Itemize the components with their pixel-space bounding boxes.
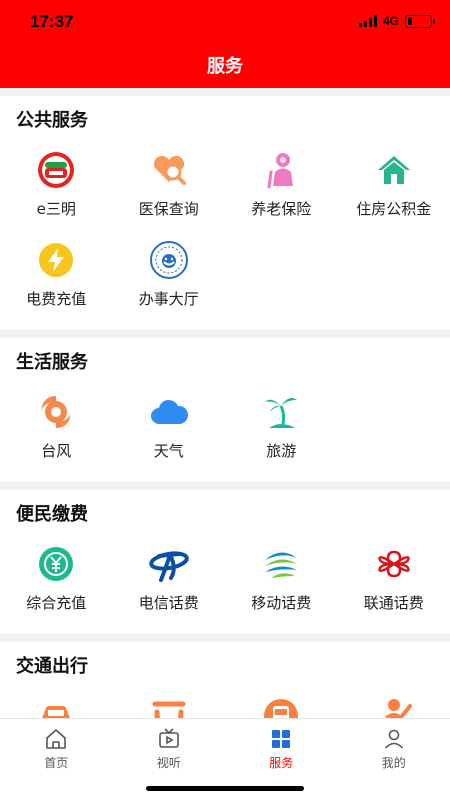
service-service-hall[interactable]: 办事大厅: [113, 234, 226, 324]
service-electricity-recharge[interactable]: 电费充值: [0, 234, 113, 324]
lightning-icon: [36, 240, 76, 280]
china-unicom-icon: [374, 544, 414, 584]
service-general-recharge[interactable]: 综合充值: [0, 538, 113, 628]
service-car[interactable]: [0, 690, 113, 718]
grid-icon: [272, 730, 291, 748]
service-label: 办事大厅: [138, 290, 199, 308]
tab-media[interactable]: 视听: [113, 727, 226, 771]
section-title: 生活服务: [16, 352, 88, 373]
house-icon: [374, 150, 414, 190]
service-hall-seal-icon: [149, 240, 189, 280]
section-payment-services: 便民缴费 综合充值 电信话费 移动话费 联通话费: [0, 490, 450, 634]
service-label: 台风: [41, 442, 72, 460]
service-housing-fund[interactable]: 住房公积金: [338, 144, 450, 234]
battery-icon: [405, 14, 435, 28]
service-typhoon[interactable]: 台风: [0, 386, 113, 476]
status-time: 17:37: [30, 12, 74, 31]
network-type: 4G: [382, 14, 399, 28]
heart-search-icon: [149, 150, 189, 190]
section-title: 公共服务: [16, 110, 88, 131]
car-icon: [36, 696, 76, 718]
service-travel[interactable]: 旅游: [225, 386, 338, 476]
service-didi[interactable]: [113, 690, 226, 718]
section-title: 交通出行: [16, 656, 88, 677]
typhoon-icon: [36, 392, 76, 432]
section-public-services: 公共服务 e三明 医保查询 养老保险 住房公积金 电费充值 办事大厅: [0, 96, 450, 330]
service-label: 移动话费: [251, 594, 312, 612]
person-waving-icon: [374, 696, 414, 718]
china-telecom-icon: [148, 544, 189, 584]
home-indicator[interactable]: [146, 786, 304, 791]
service-medical-insurance[interactable]: 医保查询: [113, 144, 226, 234]
china-mobile-icon: [261, 544, 301, 584]
service-label: 电信话费: [138, 594, 199, 612]
service-e-sanming[interactable]: e三明: [0, 144, 113, 234]
services-list[interactable]: 公共服务 e三明 医保查询 养老保险 住房公积金 电费充值 办事大厅 生活服务 …: [0, 88, 450, 718]
header: 17:37 4G 服务: [0, 0, 450, 88]
service-guide[interactable]: [338, 690, 450, 718]
service-unicom-bill[interactable]: 联通话费: [338, 538, 450, 628]
service-label: 电费充值: [26, 290, 87, 308]
service-bus[interactable]: [225, 690, 338, 718]
e-sanming-logo-icon: [36, 150, 76, 190]
service-label: 医保查询: [138, 200, 199, 218]
bus-icon: [261, 696, 301, 718]
signal-icon: [358, 15, 377, 27]
service-weather[interactable]: 天气: [113, 386, 226, 476]
tab-label: 首页: [44, 756, 69, 770]
section-life-services: 生活服务 台风 天气 旅游: [0, 338, 450, 482]
user-icon: [384, 729, 403, 749]
tab-label: 我的: [381, 756, 406, 770]
service-label: 天气: [153, 442, 184, 460]
service-label: 旅游: [266, 442, 297, 460]
tab-profile[interactable]: 我的: [338, 727, 450, 771]
service-label: 综合充值: [26, 594, 87, 612]
tab-services[interactable]: 服务: [225, 727, 338, 771]
tab-label: 视听: [156, 756, 181, 770]
service-label: 住房公积金: [356, 200, 432, 218]
service-telecom-bill[interactable]: 电信话费: [113, 538, 226, 628]
service-label: e三明: [36, 200, 76, 218]
yuan-recharge-icon: [36, 544, 76, 584]
section-transport: 交通出行: [0, 642, 450, 718]
palm-tree-icon: [261, 392, 301, 432]
service-label: 联通话费: [363, 594, 424, 612]
page-title: 服务: [207, 56, 243, 77]
status-bar: 17:37 4G: [0, 0, 450, 44]
tab-label: 服务: [269, 756, 294, 770]
service-pension-insurance[interactable]: 养老保险: [225, 144, 338, 234]
didi-icon: [149, 696, 189, 718]
tab-home[interactable]: 首页: [0, 727, 113, 771]
elderly-person-icon: [261, 150, 301, 190]
tv-icon: [158, 728, 179, 748]
service-label: 养老保险: [251, 200, 312, 218]
service-mobile-bill[interactable]: 移动话费: [225, 538, 338, 628]
section-title: 便民缴费: [16, 504, 88, 525]
cloud-icon: [149, 392, 189, 432]
status-indicators: 4G: [358, 14, 435, 28]
home-icon: [46, 729, 67, 749]
